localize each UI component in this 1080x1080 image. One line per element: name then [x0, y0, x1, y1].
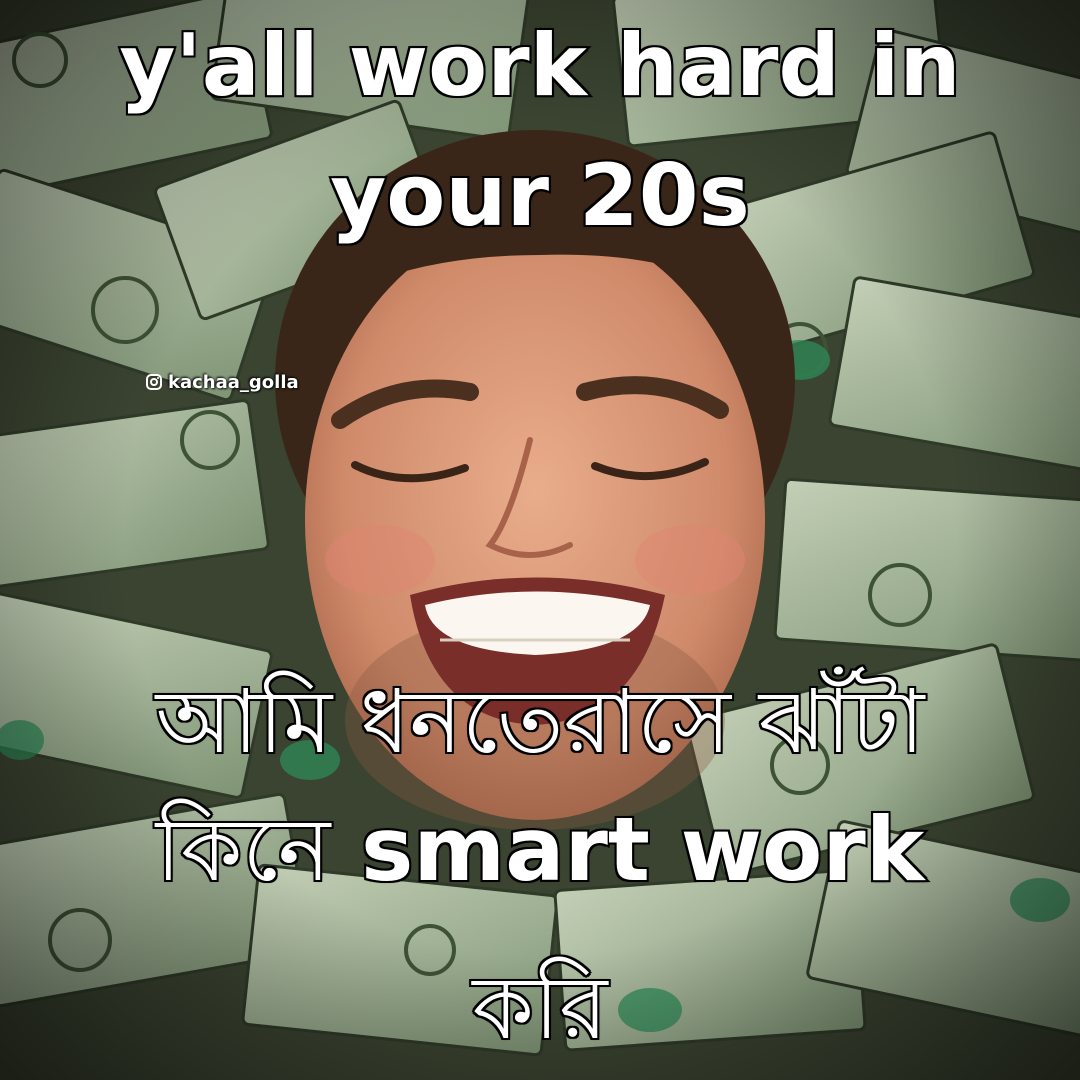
caption-bottom-line-1: আমি ধনতেরাসে ঝাঁটা — [154, 670, 927, 774]
instagram-icon — [146, 374, 162, 390]
caption-bottom-line-2-english: smart work — [359, 798, 926, 902]
caption-bottom-line-2: কিনে smart work — [0, 798, 1080, 902]
caption-top-line-2: your 20s — [328, 146, 752, 246]
caption-top-line-1: y'all work hard in — [117, 16, 962, 116]
caption-bottom-line-2-bengali: কিনে — [154, 798, 333, 902]
watermark: kachaa_golla — [146, 370, 299, 394]
watermark-handle: kachaa_golla — [168, 371, 299, 393]
caption-bottom-line-3: করি — [470, 956, 609, 1060]
meme-image: kachaa_golla y'all work hard in your 20s… — [0, 0, 1080, 1080]
